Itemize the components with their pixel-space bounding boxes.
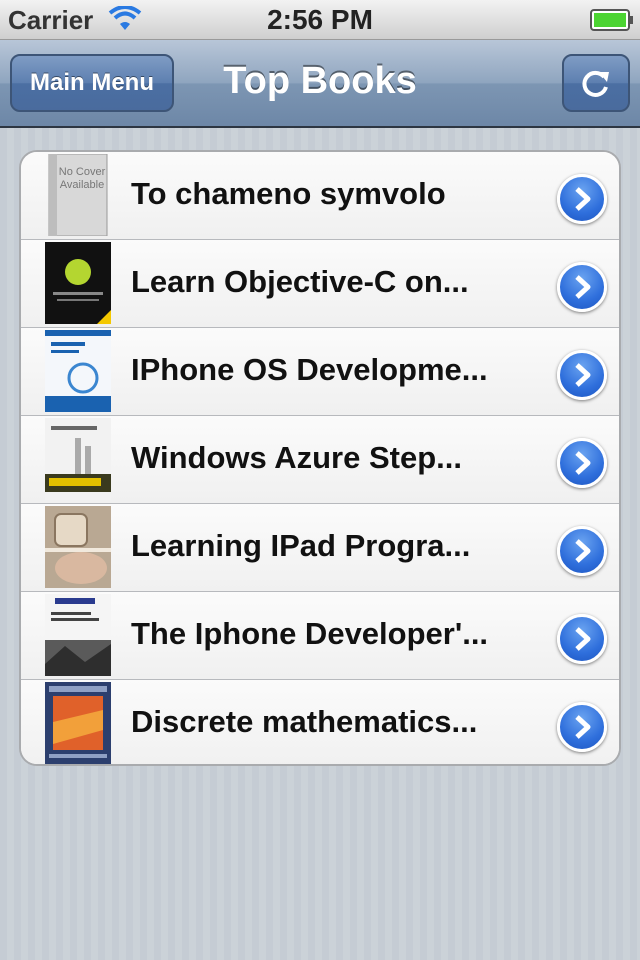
book-row[interactable]: Learning IPad Progra... bbox=[21, 504, 619, 592]
page-title: Top Books bbox=[223, 60, 417, 102]
navigation-bar: Main Menu Top Books bbox=[0, 40, 640, 128]
status-time: 2:56 PM bbox=[267, 4, 373, 35]
book-row[interactable]: Discrete mathematics... bbox=[21, 680, 619, 764]
book-cover bbox=[45, 330, 111, 412]
book-cover bbox=[45, 594, 111, 676]
book-row[interactable]: The Iphone Developer'... bbox=[21, 592, 619, 680]
chevron-right-icon bbox=[575, 363, 591, 387]
disclosure-button[interactable] bbox=[557, 262, 607, 312]
disclosure-button[interactable] bbox=[557, 174, 607, 224]
chevron-right-icon bbox=[575, 715, 591, 739]
status-bar: Carrier 2:56 PM bbox=[0, 0, 640, 40]
refresh-button[interactable] bbox=[562, 54, 630, 112]
book-cover-placeholder: No Cover Available bbox=[45, 154, 111, 236]
book-title: To chameno symvolo bbox=[131, 176, 446, 211]
book-row[interactable]: Windows Azure Step... bbox=[21, 416, 619, 504]
disclosure-button[interactable] bbox=[557, 702, 607, 752]
disclosure-button[interactable] bbox=[557, 614, 607, 664]
disclosure-button[interactable] bbox=[557, 350, 607, 400]
chevron-right-icon bbox=[575, 539, 591, 563]
chevron-right-icon bbox=[575, 275, 591, 299]
chevron-right-icon bbox=[575, 451, 591, 475]
chevron-right-icon bbox=[575, 627, 591, 651]
battery-icon bbox=[590, 9, 634, 36]
book-title: Windows Azure Step... bbox=[131, 440, 462, 475]
book-title: Discrete mathematics... bbox=[131, 704, 478, 739]
book-cover bbox=[45, 682, 111, 764]
book-cover bbox=[45, 242, 111, 324]
book-row[interactable]: No Cover Available To chameno symvolo bbox=[21, 152, 619, 240]
book-cover bbox=[45, 506, 111, 588]
books-table: No Cover Available To chameno symvolo Le… bbox=[19, 150, 621, 766]
no-cover-label: No Cover Available bbox=[58, 166, 106, 191]
chevron-right-icon bbox=[575, 187, 591, 211]
book-row[interactable]: Learn Objective-C on... bbox=[21, 240, 619, 328]
disclosure-button[interactable] bbox=[557, 438, 607, 488]
book-row[interactable]: IPhone OS Developme... bbox=[21, 328, 619, 416]
book-cover bbox=[45, 418, 111, 500]
book-title: Learn Objective-C on... bbox=[131, 264, 469, 299]
book-title: IPhone OS Developme... bbox=[131, 352, 488, 387]
refresh-icon bbox=[582, 70, 609, 97]
book-title: The Iphone Developer'... bbox=[131, 616, 489, 651]
book-title: Learning IPad Progra... bbox=[131, 528, 471, 563]
disclosure-button[interactable] bbox=[557, 526, 607, 576]
